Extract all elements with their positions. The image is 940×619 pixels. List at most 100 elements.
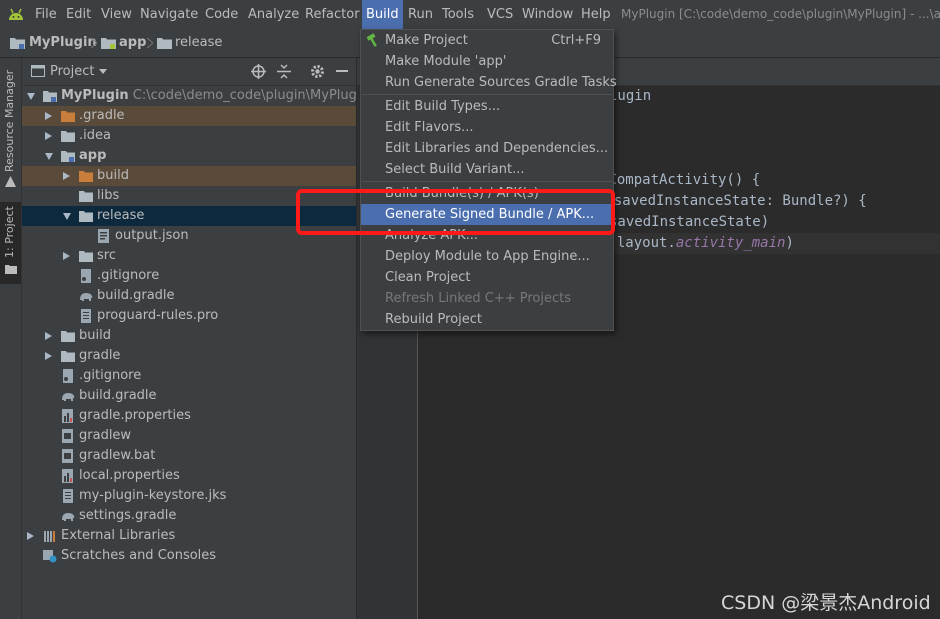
tree-item[interactable]: External Libraries <box>22 526 356 546</box>
menu-item-select-build-variant[interactable]: Select Build Variant... <box>361 159 613 180</box>
menu-item-run-generate-sources-gradle-tasks[interactable]: Run Generate Sources Gradle Tasks <box>361 72 617 93</box>
collapsed-arrow-icon[interactable] <box>45 332 52 340</box>
collapsed-arrow-icon[interactable] <box>45 132 52 140</box>
tree-item[interactable]: gradlew.bat <box>22 446 356 466</box>
minimize-icon[interactable] <box>336 70 348 73</box>
tree-item[interactable]: gradle.properties <box>22 406 356 426</box>
tree-item[interactable]: build <box>22 166 356 186</box>
tree-item[interactable]: gradlew <box>22 426 356 446</box>
menu-item-make-project[interactable]: Make Project Ctrl+F9 <box>361 30 613 51</box>
code-line[interactable]: e(savedInstanceState: Bundle?) { <box>597 191 867 212</box>
module-folder-icon <box>101 38 116 49</box>
collapsed-arrow-icon[interactable] <box>27 532 34 540</box>
folder-gray-icon <box>61 129 75 143</box>
tab-project[interactable]: 1: Project <box>0 202 21 284</box>
menu-run[interactable]: Run <box>408 0 433 29</box>
menu-item-deploy-module-to-app-engine[interactable]: Deploy Module to App Engine... <box>361 246 613 267</box>
expanded-arrow-icon[interactable] <box>45 153 53 160</box>
tree-item-name: gradlew <box>79 428 132 443</box>
menu-analyze[interactable]: Analyze <box>248 0 299 29</box>
expanded-arrow-icon[interactable] <box>27 93 35 100</box>
menu-item-label: Select Build Variant... <box>385 162 525 177</box>
module-folder-icon <box>10 38 25 49</box>
collapsed-arrow-icon[interactable] <box>63 172 70 180</box>
tree-item[interactable]: settings.gradle <box>22 506 356 526</box>
tree-item[interactable]: gradle <box>22 346 356 366</box>
tree-item[interactable]: build.gradle <box>22 386 356 406</box>
menu-navigate[interactable]: Navigate <box>140 0 198 29</box>
menu-refactor[interactable]: Refactor <box>305 0 360 29</box>
tree-item-label: gradle.properties <box>79 406 191 426</box>
code-line[interactable]: pCompatActivity() { <box>600 170 760 191</box>
properties-file-icon <box>61 409 75 423</box>
collapsed-arrow-icon[interactable] <box>45 352 52 360</box>
tree-item-name: build.gradle <box>79 388 157 403</box>
chevron-down-icon[interactable] <box>99 69 107 74</box>
tree-item[interactable]: proguard-rules.pro <box>22 306 356 326</box>
menu-item-label: Edit Build Types... <box>385 99 501 114</box>
menu-view[interactable]: View <box>101 0 132 29</box>
menu-item-rebuild-project[interactable]: Rebuild Project <box>361 309 613 330</box>
menu-item-clean-project[interactable]: Clean Project <box>361 267 613 288</box>
tree-item-label: app <box>79 146 106 166</box>
tree-item[interactable]: local.properties <box>22 466 356 486</box>
gradle-elephant-icon <box>61 509 75 523</box>
menu-code[interactable]: Code <box>205 0 238 29</box>
folder-gray-icon <box>79 249 93 263</box>
menu-item-edit-libraries-and-dependencies[interactable]: Edit Libraries and Dependencies... <box>361 138 613 159</box>
breadcrumb-item-app[interactable]: app <box>119 29 146 57</box>
menu-separator <box>362 181 612 182</box>
breadcrumb-item-myplugin[interactable]: MyPlugin <box>29 29 97 57</box>
project-view-selector[interactable]: Project <box>50 58 94 85</box>
tree-item-name: build.gradle <box>97 288 175 303</box>
tree-item[interactable]: build <box>22 326 356 346</box>
tree-item[interactable]: app <box>22 146 356 166</box>
text-file-icon <box>79 309 93 323</box>
breadcrumb-item-release[interactable]: release <box>175 29 222 57</box>
tree-item-label: output.json <box>115 226 189 246</box>
tree-item-name: local.properties <box>79 468 180 483</box>
tree-item[interactable]: .gitignore <box>22 366 356 386</box>
tree-item[interactable]: .gitignore <box>22 266 356 286</box>
menu-help[interactable]: Help <box>581 0 611 29</box>
code-token: ) <box>785 235 794 251</box>
tree-item-name: app <box>79 148 107 163</box>
menu-vcs[interactable]: VCS <box>487 0 513 29</box>
code-line[interactable]: R.layout.activity_main) <box>600 233 794 254</box>
window-title: MyPlugin [C:\code\demo_code\plugin\MyPlu… <box>621 7 940 21</box>
collapse-all-icon[interactable] <box>277 64 291 79</box>
tree-item[interactable]: .gradle <box>22 106 356 126</box>
collapsed-arrow-icon[interactable] <box>45 112 52 120</box>
menu-item-make-module-app[interactable]: Make Module 'app' <box>361 51 613 72</box>
menu-window[interactable]: Window <box>522 0 573 29</box>
red-highlight-box <box>296 189 615 235</box>
locate-target-icon[interactable] <box>251 64 266 79</box>
menu-build[interactable]: Build <box>362 0 403 29</box>
tree-item-label: gradlew.bat <box>79 446 155 466</box>
tree-item-name: build <box>79 328 111 343</box>
code-line[interactable]: savedInstanceState) <box>609 212 769 233</box>
tree-item[interactable]: src <box>22 246 356 266</box>
tree-item[interactable]: my-plugin-keystore.jks <box>22 486 356 506</box>
menu-item-edit-build-types[interactable]: Edit Build Types... <box>361 96 613 117</box>
tree-item-name: .gitignore <box>97 268 160 283</box>
tree-item-name: .gradle <box>79 108 125 123</box>
expanded-arrow-icon[interactable] <box>63 213 71 220</box>
tree-item[interactable]: Scratches and Consoles <box>22 546 356 566</box>
tab-resource-manager[interactable]: Resource Manager <box>0 66 21 191</box>
menu-edit[interactable]: Edit <box>66 0 91 29</box>
menu-tools[interactable]: Tools <box>442 0 474 29</box>
collapsed-arrow-icon[interactable] <box>63 252 70 260</box>
tree-item[interactable]: MyPlugin C:\code\demo_code\plugin\MyPlug… <box>22 86 369 106</box>
properties-file-icon <box>61 469 75 483</box>
tree-item[interactable]: build.gradle <box>22 286 356 306</box>
menu-file[interactable]: File <box>35 0 57 29</box>
menu-item-edit-flavors[interactable]: Edit Flavors... <box>361 117 613 138</box>
android-studio-logo-icon[interactable] <box>7 6 25 22</box>
folder-orange-icon <box>79 169 93 183</box>
menu-item-label: Rebuild Project <box>385 312 483 327</box>
tree-item[interactable]: .idea <box>22 126 356 146</box>
gear-icon[interactable] <box>310 64 325 79</box>
folder-gray-icon <box>79 189 93 203</box>
project-panel-header: Project <box>22 58 356 86</box>
